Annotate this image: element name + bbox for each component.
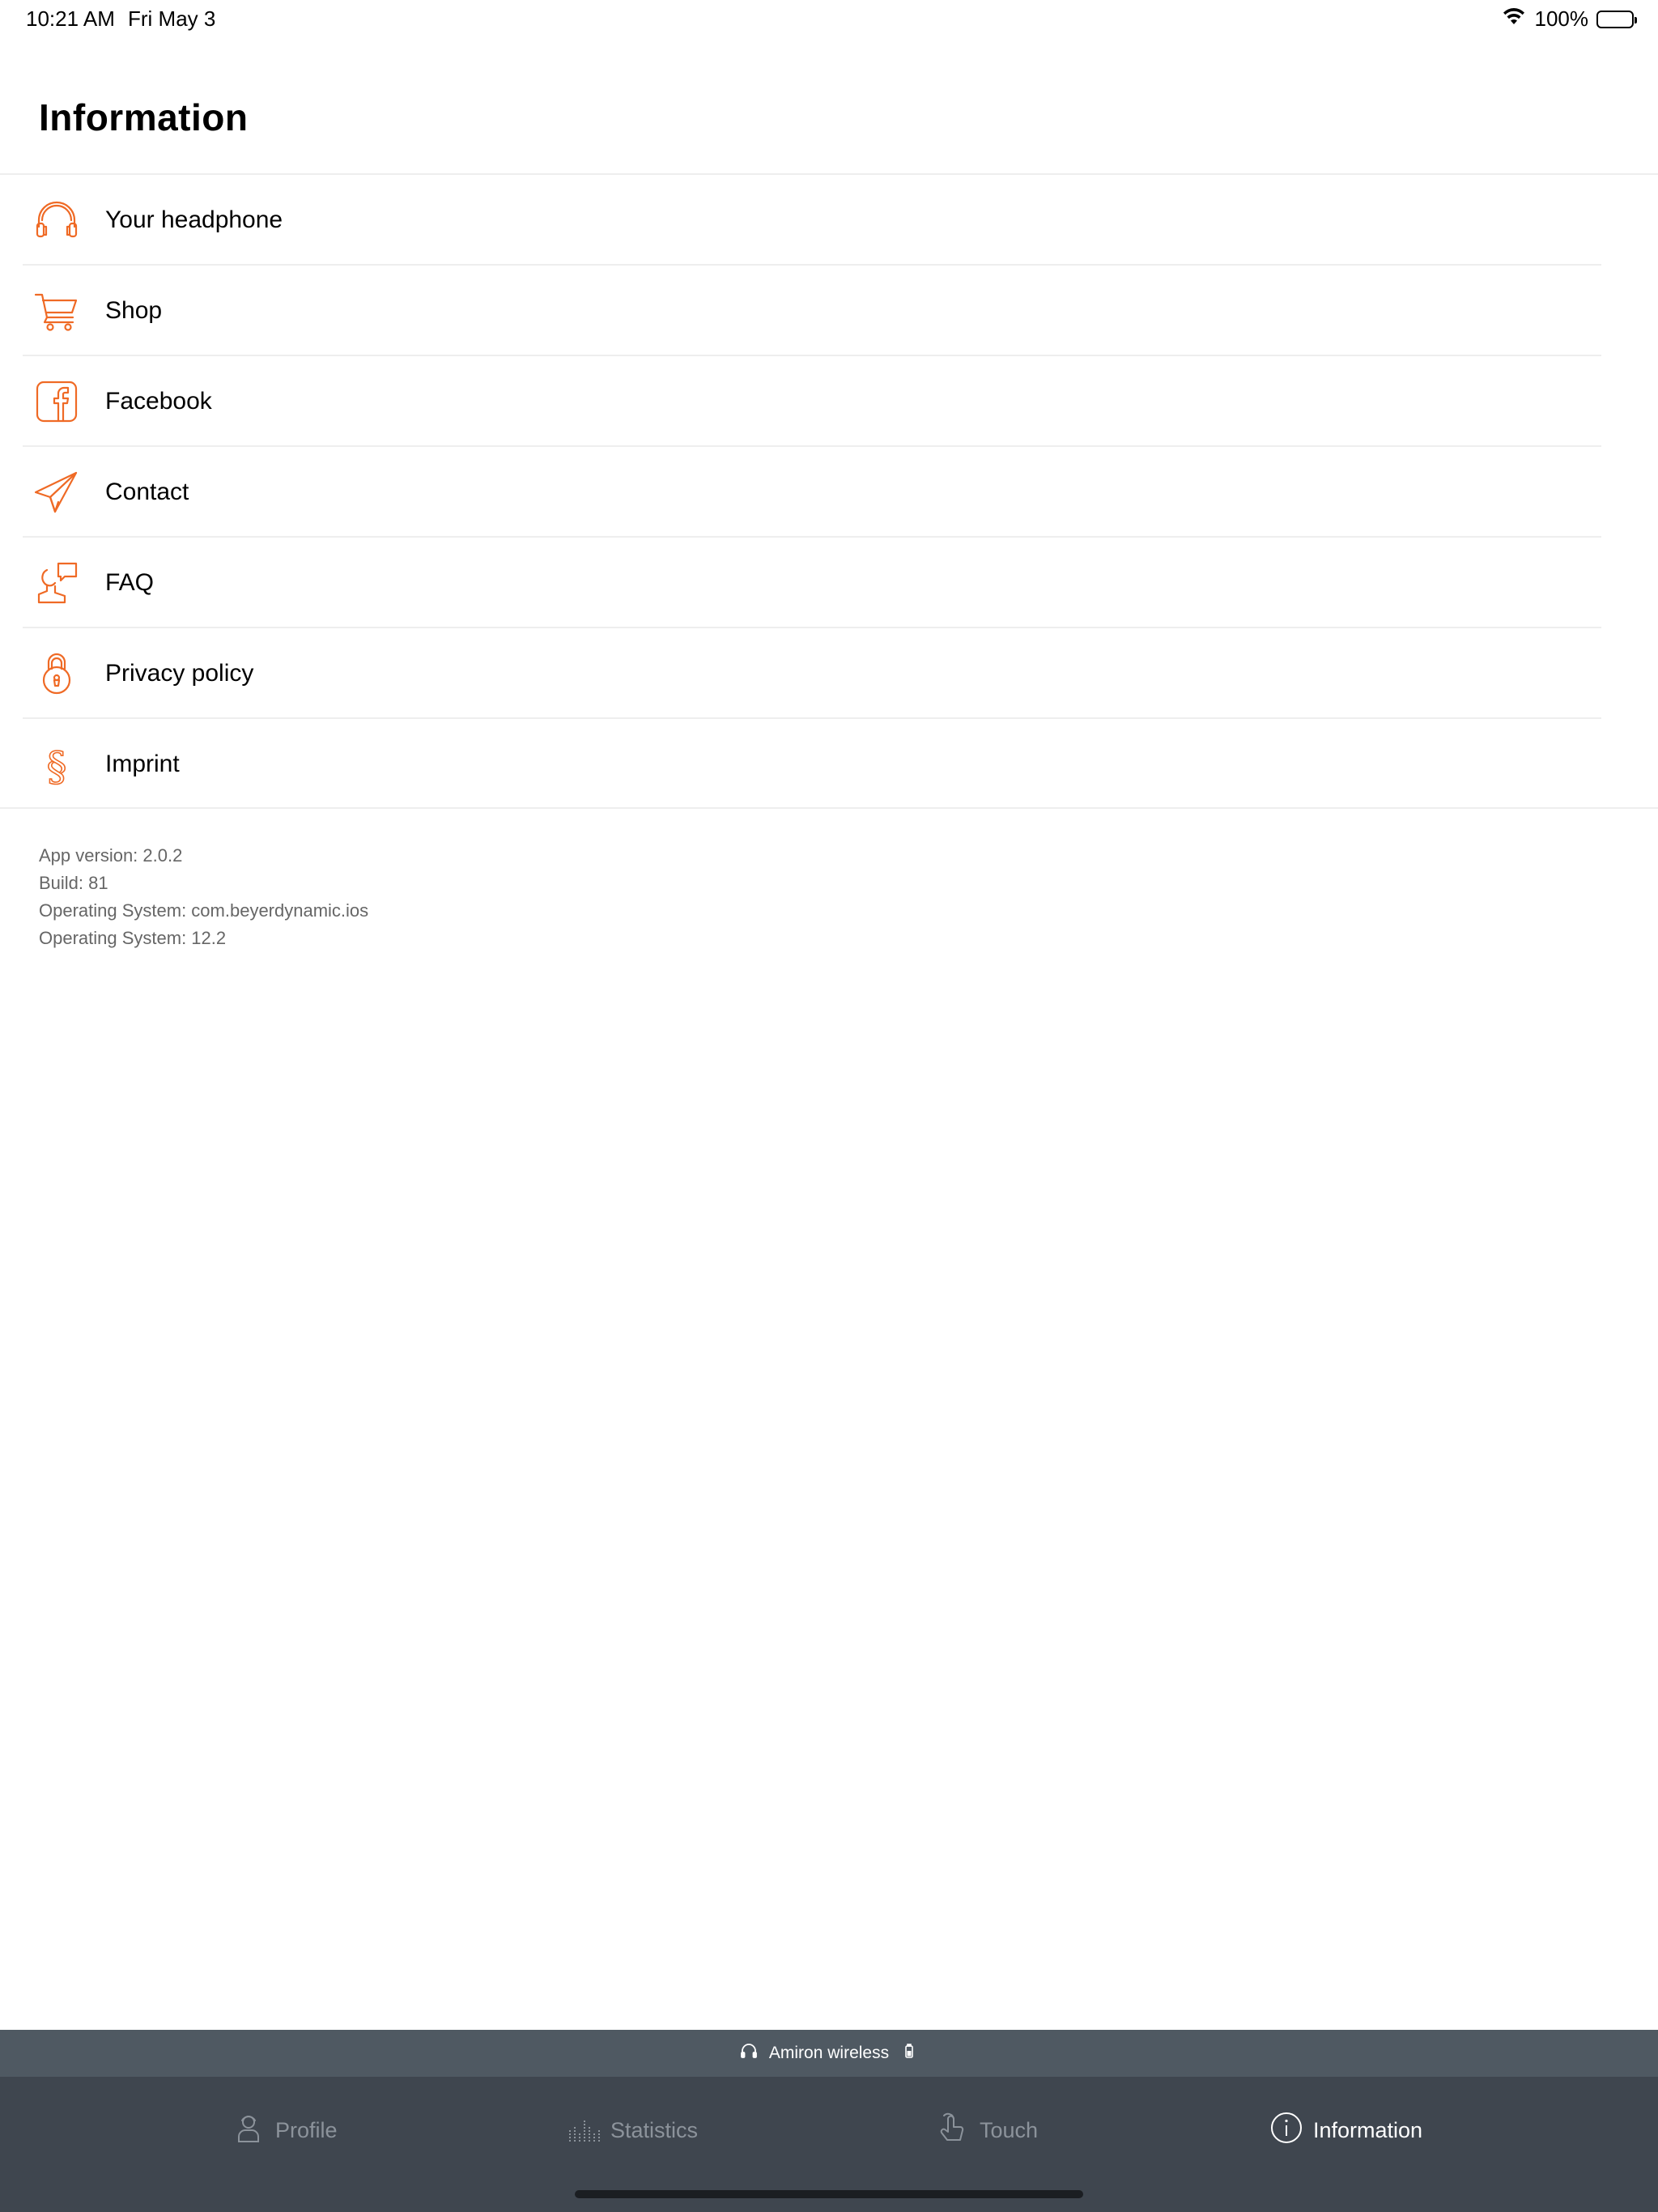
lock-icon [32, 649, 81, 698]
menu-item-shop[interactable]: Shop [0, 266, 1658, 356]
connected-device-bar[interactable]: Amiron wireless [0, 2030, 1658, 2077]
page-title: Information [39, 96, 249, 138]
headphone-icon [740, 2042, 758, 2065]
tab-statistics[interactable]: Statistics [567, 2109, 698, 2151]
cart-icon [32, 287, 81, 335]
menu-item-label: FAQ [105, 569, 155, 596]
tab-label: Touch [980, 2117, 1039, 2142]
status-date: Fri May 3 [128, 6, 216, 31]
app-version: App version: 2.0.2 [39, 845, 183, 866]
profile-icon [232, 2111, 266, 2150]
person-speech-icon [32, 559, 81, 607]
menu-item-imprint[interactable]: § Imprint [0, 719, 1658, 810]
information-menu: Your headphone Shop Facebook Contact FAQ… [0, 175, 1658, 810]
tab-label: Information [1313, 2117, 1423, 2142]
tab-information[interactable]: Information [1269, 2109, 1422, 2151]
menu-bottom-divider [0, 807, 1658, 809]
status-time: 10:21 AM [26, 6, 115, 31]
section-sign-icon: § [32, 740, 81, 791]
home-indicator[interactable] [575, 2190, 1083, 2198]
tab-label: Statistics [610, 2117, 699, 2142]
menu-item-label: Your headphone [105, 206, 283, 233]
battery-icon [900, 2042, 918, 2065]
app-build: Build: 81 [39, 873, 108, 893]
tab-touch[interactable]: Touch [936, 2109, 1038, 2151]
os-version: Operating System: 12.2 [39, 928, 227, 948]
facebook-icon [32, 377, 81, 426]
menu-item-label: Contact [105, 479, 189, 505]
menu-item-label: Privacy policy [105, 660, 254, 687]
menu-item-contact[interactable]: Contact [0, 447, 1658, 538]
status-right: 100% [1501, 6, 1637, 32]
paper-plane-icon [32, 468, 81, 517]
battery-percent: 100% [1534, 6, 1589, 31]
statistics-icon [567, 2111, 601, 2150]
info-icon [1269, 2111, 1303, 2150]
touch-icon [936, 2111, 970, 2150]
app-info: App version: 2.0.2 Build: 81 Operating S… [39, 842, 368, 952]
tab-label: Profile [275, 2117, 338, 2142]
menu-item-label: Shop [105, 297, 163, 324]
menu-item-privacy-policy[interactable]: Privacy policy [0, 628, 1658, 719]
device-name: Amiron wireless [768, 2044, 890, 2062]
battery-icon [1596, 10, 1637, 28]
menu-item-your-headphone[interactable]: Your headphone [0, 175, 1658, 266]
tab-profile[interactable]: Profile [232, 2109, 338, 2151]
menu-item-faq[interactable]: FAQ [0, 538, 1658, 628]
headphone-icon [32, 196, 81, 245]
status-bar: 10:21 AM Fri May 3 100% [0, 0, 1658, 39]
os-bundle: Operating System: com.beyerdynamic.ios [39, 900, 369, 921]
menu-item-label: Imprint [105, 751, 180, 777]
menu-item-facebook[interactable]: Facebook [0, 356, 1658, 447]
svg-text:§: § [47, 743, 67, 789]
menu-item-label: Facebook [105, 388, 212, 415]
wifi-icon [1501, 6, 1527, 32]
